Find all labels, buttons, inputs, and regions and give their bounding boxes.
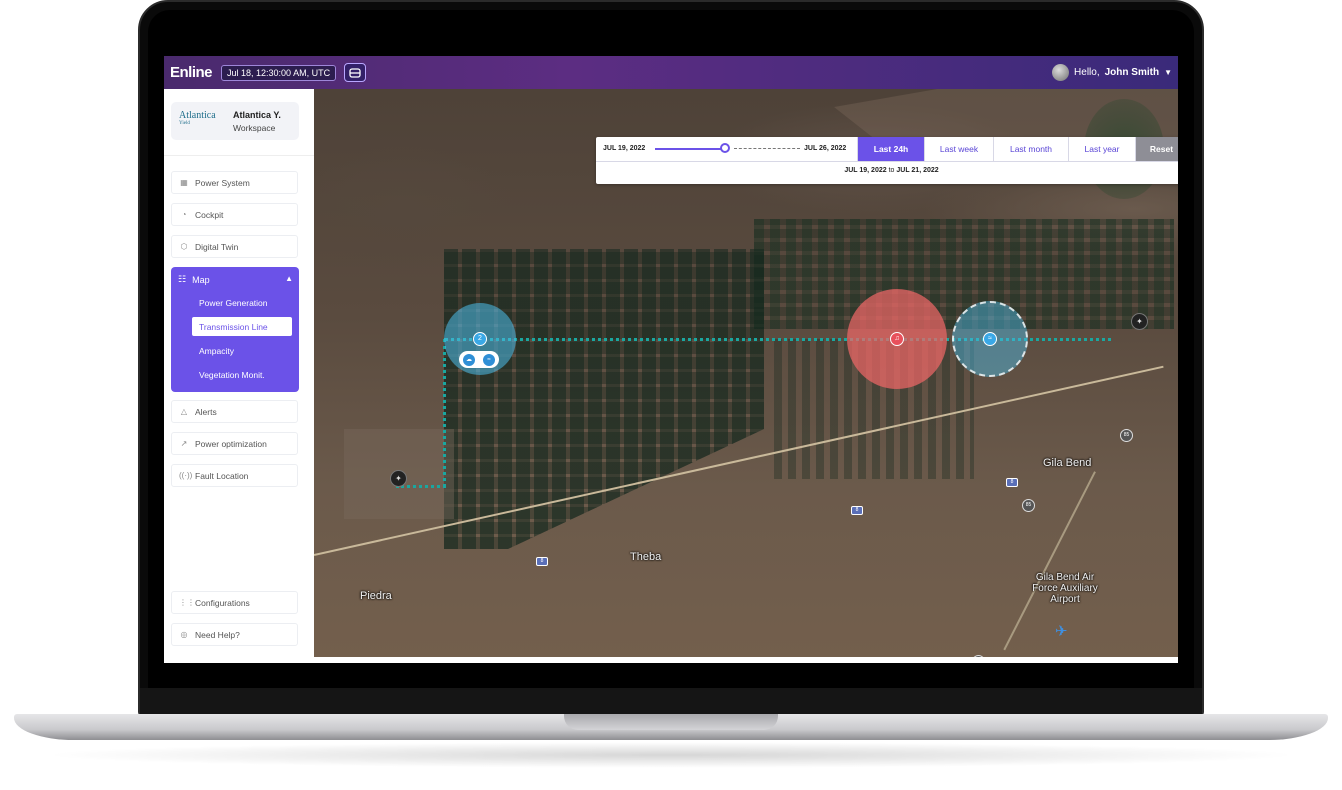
sidebar-item-cockpit[interactable]: ◔ Cockpit [171, 203, 298, 226]
place-label: Theba [630, 551, 662, 563]
workspace-logo: Atlantica Yield [179, 110, 216, 127]
top-bar: Enline Jul 18, 12:30:00 AM, UTC Hello, J… [164, 56, 1178, 89]
alert-marker[interactable]: ♫ [890, 332, 904, 346]
sensor-type-pill: ☁ ≈ [459, 351, 499, 368]
user-name: John Smith [1104, 67, 1160, 78]
slider-end-date: JUL 26, 2022 [804, 145, 847, 152]
sidebar-item-fault-location[interactable]: ((·)) Fault Location [171, 464, 298, 487]
device-button[interactable] [344, 63, 367, 82]
sliders-icon: ⋮⋮ [179, 598, 195, 607]
route-shield: 85 [1120, 429, 1133, 442]
transmission-line [443, 339, 446, 487]
slider-remaining [734, 148, 800, 149]
avatar [1052, 64, 1070, 81]
trend-icon: ↗ [180, 439, 188, 448]
farm-fields [444, 249, 764, 549]
grid-icon: ▦ [180, 178, 188, 187]
sidebar-item-power-system[interactable]: ▦ Power System [171, 171, 298, 194]
route-shield: 8 [851, 506, 863, 515]
last-month-button[interactable]: Last month [993, 137, 1068, 161]
route-shield: 85 [972, 655, 985, 657]
help-icon: ◎ [180, 630, 188, 639]
warning-icon: △ [180, 407, 188, 416]
datetime-badge: Jul 18, 12:30:00 AM, UTC [221, 64, 337, 81]
satellite-map[interactable]: Gila Bend Theba Piedra Gila Bend Air For… [314, 89, 1178, 657]
laptop-shadow [40, 742, 1302, 768]
user-menu[interactable]: Hello, John Smith ▼ [1052, 64, 1172, 81]
laptop-notch [564, 714, 778, 730]
submenu-ampacity[interactable]: Ampacity [192, 341, 292, 360]
sidebar-item-digital-twin[interactable]: ⬡ Digital Twin [171, 235, 298, 258]
broadcast-icon: ((·)) [179, 471, 193, 480]
laptop-chin [140, 688, 1202, 716]
sidebar-item-label: Power System [195, 177, 250, 188]
road [1003, 471, 1096, 651]
place-label: Piedra [360, 590, 392, 602]
time-slider-row: JUL 19, 2022 JUL 26, 2022 Last 24h Last … [596, 137, 1178, 162]
sidebar-item-map[interactable]: ☷ Map ▲ [171, 274, 299, 285]
greeting: Hello, [1074, 67, 1100, 78]
workspace-name: Atlantica Y. [233, 110, 281, 120]
sidebar-item-label: Fault Location [195, 470, 249, 481]
app-screen: Enline Jul 18, 12:30:00 AM, UTC Hello, J… [164, 56, 1178, 663]
sidebar-item-label: Cockpit [195, 209, 224, 220]
substation-icon[interactable]: ✦ [390, 470, 407, 487]
sidebar-item-label: Alerts [195, 406, 217, 417]
airport-icon: ✈ [1055, 623, 1068, 640]
cube-icon: ⬡ [180, 242, 188, 251]
slider-track[interactable] [655, 148, 726, 150]
sidebar: Atlantica Yield Atlantica Y. Workspace ▦ P… [164, 89, 314, 663]
sidebar-item-label: Configurations [195, 597, 250, 608]
sidebar-item-label: Need Help? [195, 629, 240, 640]
submenu-vegetation-monit[interactable]: Vegetation Monit. [192, 365, 292, 384]
map-icon: ☷ [178, 274, 187, 284]
substation-icon[interactable]: ✦ [1131, 313, 1148, 330]
last-24h-button[interactable]: Last 24h [857, 137, 924, 161]
device-icon [349, 67, 361, 78]
sensor-marker[interactable]: ≈ [983, 332, 997, 346]
place-label: Gila Bend [1043, 457, 1092, 469]
gauge-icon: ◔ [181, 210, 187, 219]
slider-handle[interactable] [720, 143, 730, 153]
route-shield: 8 [1006, 478, 1018, 487]
last-year-button[interactable]: Last year [1068, 137, 1135, 161]
app-logo[interactable]: Enline [170, 64, 213, 81]
submenu-power-generation[interactable]: Power Generation [192, 293, 292, 312]
cluster-marker[interactable]: 2 [473, 332, 487, 346]
selected-range: JUL 19, 2022 to JUL 21, 2022 [844, 167, 939, 174]
sidebar-group-map: ☷ Map ▲ Power Generation Transmission Lin… [171, 267, 299, 392]
time-range-bar: JUL 19, 2022 JUL 26, 2022 Last 24h Last … [596, 137, 1178, 184]
sidebar-item-label: Power optimization [195, 438, 267, 449]
sidebar-item-need-help[interactable]: ◎ Need Help? [171, 623, 298, 646]
sidebar-item-configurations[interactable]: ⋮⋮ Configurations [171, 591, 298, 614]
chevron-up-icon: ▲ [285, 274, 293, 283]
reset-button[interactable]: Reset [1135, 137, 1178, 161]
divider [164, 155, 314, 156]
sidebar-item-alerts[interactable]: △ Alerts [171, 400, 298, 423]
sidebar-item-label: Digital Twin [195, 241, 239, 252]
place-label: Gila Bend Air Force Auxiliary Airport [1032, 572, 1098, 605]
sidebar-item-label: Map [192, 274, 210, 285]
workspace-sub: Workspace [233, 123, 276, 133]
route-shield: 85 [1022, 499, 1035, 512]
transmission-line [396, 485, 446, 488]
wind-icon[interactable]: ≈ [483, 353, 495, 366]
sidebar-item-power-optimization[interactable]: ↗ Power optimization [171, 432, 298, 455]
workspace-card[interactable]: Atlantica Yield Atlantica Y. Workspace [171, 102, 299, 140]
route-shield: 8 [536, 557, 548, 566]
last-week-button[interactable]: Last week [924, 137, 993, 161]
cloud-icon[interactable]: ☁ [463, 353, 475, 366]
slider-start-date: JUL 19, 2022 [603, 145, 646, 152]
submenu-transmission-line[interactable]: Transmission Line [192, 317, 292, 336]
chevron-down-icon: ▼ [1164, 68, 1172, 77]
